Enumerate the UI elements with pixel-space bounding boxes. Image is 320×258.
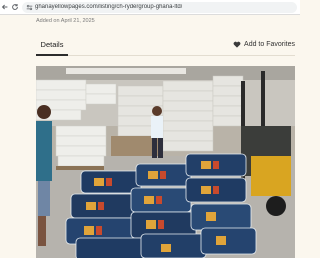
url-text[interactable]: ghanayellowpages.com/listing/ch-rydergro… — [35, 4, 182, 10]
browser-toolbar: ghanayellowpages.com/listing/ch-rydergro… — [0, 0, 300, 15]
listing-added-date: Added on April 21, 2025 — [36, 18, 95, 24]
reload-icon[interactable] — [10, 1, 20, 13]
tab-active-indicator — [36, 54, 68, 56]
tab-details-label: Details — [40, 39, 64, 49]
add-to-favorites-button[interactable]: Add to Favorites — [233, 32, 295, 56]
add-to-favorites-label: Add to Favorites — [244, 40, 295, 48]
site-info-icon[interactable] — [25, 3, 33, 11]
tab-details[interactable]: Details — [36, 32, 68, 56]
back-arrow-icon[interactable] — [0, 1, 10, 13]
heart-icon — [233, 41, 241, 48]
listing-photo[interactable] — [36, 66, 295, 258]
address-bar[interactable]: ghanayellowpages.com/listing/ch-rydergro… — [22, 1, 297, 13]
listing-tabs: Details Add to Favorites — [36, 32, 295, 56]
